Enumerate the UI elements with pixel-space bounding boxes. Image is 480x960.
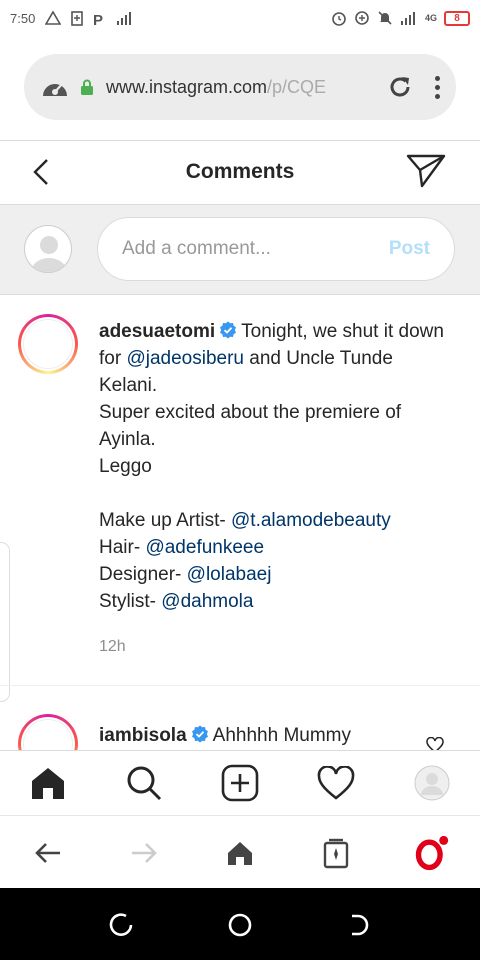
- comment-text: iambisola Ahhhhh Mummy: [99, 722, 351, 749]
- url-text[interactable]: www.instagram.com/p/CQE: [106, 77, 348, 98]
- save-icon: [71, 10, 84, 26]
- like-comment-icon[interactable]: [426, 737, 444, 750]
- status-bar: 7:50 P 4G 8: [0, 0, 480, 36]
- credit-label: Designer-: [99, 564, 187, 585]
- caption-timestamp: 12h: [99, 638, 126, 655]
- reload-icon[interactable]: [387, 74, 413, 100]
- instagram-bottom-nav: [0, 750, 480, 814]
- comment-composer: Post: [0, 205, 480, 295]
- system-back-icon[interactable]: [344, 910, 374, 940]
- caption-author-avatar[interactable]: [18, 314, 78, 374]
- caption-line3: Leggo: [99, 456, 152, 477]
- browser-home-icon[interactable]: [222, 836, 258, 870]
- mention-link[interactable]: @lolabaej: [187, 564, 272, 585]
- battery-level: 8: [454, 12, 460, 24]
- system-home-icon[interactable]: [225, 910, 255, 940]
- url-domain: www.instagram.com: [106, 76, 268, 97]
- credit-label: Stylist-: [99, 591, 162, 612]
- mention-link[interactable]: @dahmola: [161, 591, 253, 612]
- verified-badge-icon: [191, 725, 208, 743]
- signal-icon: [400, 12, 415, 25]
- comment-body: Ahhhhh Mummy: [212, 725, 351, 746]
- search-icon[interactable]: [124, 763, 164, 803]
- caption-line2: Super excited about the premiere of Ayin…: [99, 402, 402, 450]
- comment-username[interactable]: iambisola: [99, 725, 187, 746]
- comments-header: Comments: [0, 141, 480, 203]
- data-saver-icon: [355, 11, 369, 25]
- mute-icon: [378, 11, 392, 25]
- direct-message-icon[interactable]: [406, 153, 446, 189]
- lock-icon: [81, 79, 93, 95]
- network-type: 4G: [424, 13, 437, 23]
- activity-heart-icon[interactable]: [316, 763, 356, 803]
- caption-text: adesuaetomi Tonight, we shut it down for …: [99, 318, 449, 615]
- comments-list[interactable]: adesuaetomi Tonight, we shut it down for …: [0, 296, 480, 750]
- user-avatar: [24, 225, 72, 273]
- verified-badge-icon: [220, 321, 237, 339]
- system-navigation-bar: [0, 888, 480, 960]
- browser-back-icon[interactable]: [30, 836, 66, 870]
- browser-forward-icon[interactable]: [126, 836, 162, 870]
- comment-input-wrapper[interactable]: Post: [97, 217, 455, 281]
- speed-dial-icon[interactable]: [40, 74, 70, 100]
- mention-link[interactable]: @t.alamodebeauty: [231, 510, 391, 531]
- url-path: /p/CQE: [267, 76, 327, 97]
- home-icon[interactable]: [28, 763, 68, 803]
- mention-link[interactable]: @jadeosiberu: [126, 348, 244, 369]
- recent-apps-icon[interactable]: [106, 910, 136, 940]
- address-bar[interactable]: www.instagram.com/p/CQE: [24, 54, 456, 120]
- mention-link[interactable]: @adefunkeee: [145, 537, 264, 558]
- battery-icon: 8: [444, 10, 470, 26]
- opera-menu-icon[interactable]: [414, 835, 450, 871]
- svg-text:P: P: [93, 12, 103, 26]
- post-button[interactable]: Post: [389, 238, 430, 260]
- status-time: 7:50: [10, 10, 36, 26]
- new-post-icon[interactable]: [220, 763, 260, 803]
- caption-username[interactable]: adesuaetomi: [99, 321, 215, 342]
- alarm-icon: [332, 12, 346, 26]
- credit-label: Make up Artist-: [99, 510, 231, 531]
- parking-icon: P: [93, 12, 103, 26]
- side-panel-handle[interactable]: [0, 542, 10, 702]
- comment-input[interactable]: [122, 238, 362, 260]
- comment-divider: [0, 685, 480, 686]
- browser-menu-icon[interactable]: [435, 75, 440, 99]
- signal-question-icon: [117, 11, 132, 25]
- profile-avatar-icon[interactable]: [412, 763, 452, 803]
- browser-toolbar: www.instagram.com/p/CQE: [0, 36, 480, 140]
- tabs-icon[interactable]: [318, 836, 354, 870]
- commenter-avatar[interactable]: [18, 714, 78, 750]
- warning-icon: [45, 11, 62, 25]
- browser-bottom-bar: [0, 815, 480, 888]
- credit-label: Hair-: [99, 537, 146, 558]
